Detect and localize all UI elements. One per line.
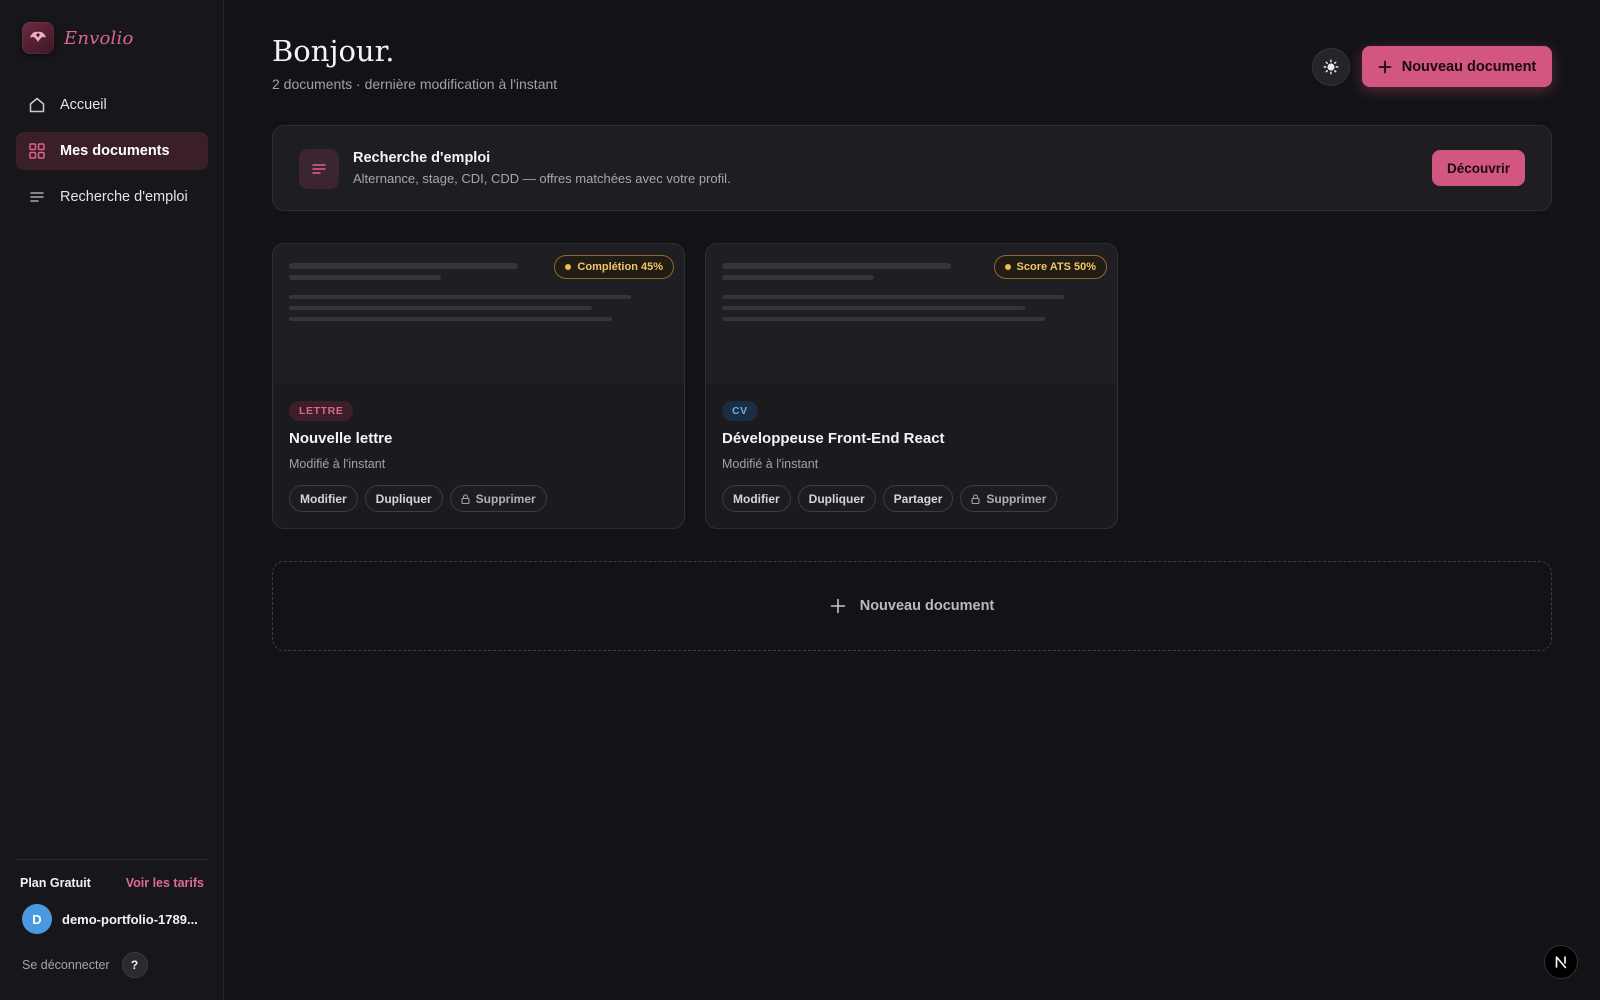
user-name: demo-portfolio-1789... <box>62 911 198 927</box>
skeleton-line <box>289 317 612 321</box>
new-document-label: Nouveau document <box>859 598 995 614</box>
document-modified: Modifié à l'instant <box>289 457 386 471</box>
page-title: Bonjour. <box>272 34 395 68</box>
skeleton-line <box>289 295 631 299</box>
plan-name: Plan Gratuit <box>20 876 91 890</box>
duplicate-button[interactable]: Dupliquer <box>364 485 443 512</box>
job-search-banner: Recherche d'emploi Alternance, stage, CD… <box>272 125 1552 211</box>
sidebar-footer: Plan Gratuit Voir les tarifs D demo-port… <box>16 859 208 1000</box>
discover-button[interactable]: Découvrir <box>1432 150 1525 186</box>
document-type-tag: LETTRE <box>289 401 354 421</box>
lock-icon <box>971 493 980 504</box>
document-modified: Modifié à l'instant <box>722 457 819 471</box>
theme-toggle-button[interactable] <box>1312 48 1350 86</box>
skeleton-line <box>289 306 592 310</box>
new-document-label: Nouveau document <box>1401 58 1537 75</box>
sidebar-nav: Accueil Mes documents Recherche d'emploi <box>16 86 208 224</box>
skeleton-line <box>289 275 441 280</box>
sidebar-item-accueil[interactable]: Accueil <box>16 86 208 124</box>
sidebar-item-label: Accueil <box>60 97 107 113</box>
logout-link[interactable]: Se déconnecter <box>22 958 110 972</box>
sidebar-item-label: Mes documents <box>60 143 170 159</box>
skeleton-line <box>722 317 1045 321</box>
plan-row: Plan Gratuit Voir les tarifs <box>16 876 208 890</box>
sun-icon <box>1323 59 1339 75</box>
sidebar: Envolio Accueil Mes documents Recherche … <box>0 0 224 1000</box>
document-title[interactable]: Nouvelle lettre <box>289 430 392 447</box>
delete-button[interactable]: Supprimer <box>960 485 1058 512</box>
skeleton-line <box>722 263 951 269</box>
logo-icon <box>22 22 54 54</box>
ats-score-badge: Score ATS 50% <box>993 255 1107 279</box>
delete-button[interactable]: Supprimer <box>449 485 547 512</box>
edit-button[interactable]: Modifier <box>722 485 791 512</box>
delete-label: Supprimer <box>986 491 1047 506</box>
brand[interactable]: Envolio <box>22 22 134 54</box>
skeleton-line <box>722 295 1064 299</box>
skeleton-line <box>289 263 518 269</box>
page-subtitle: 2 documents · dernière modification à l'… <box>272 76 558 92</box>
status-dot-icon <box>565 264 572 270</box>
share-button[interactable]: Partager <box>882 485 954 512</box>
skeleton-line <box>722 275 874 280</box>
help-button[interactable]: ? <box>121 952 148 978</box>
pricing-link[interactable]: Voir les tarifs <box>126 876 204 890</box>
badge-label: Complétion 45% <box>577 261 663 273</box>
banner-title: Recherche d'emploi <box>353 150 491 166</box>
brand-name: Envolio <box>64 27 134 49</box>
lines-icon <box>30 192 44 202</box>
skeleton-line <box>722 306 1025 310</box>
completion-badge: Complétion 45% <box>554 255 674 279</box>
lines-icon <box>299 149 339 189</box>
badge-label: Score ATS 50% <box>1016 261 1096 273</box>
sidebar-item-label: Recherche d'emploi <box>60 189 188 205</box>
user-row[interactable]: D demo-portfolio-1789... <box>16 904 208 934</box>
banner-description: Alternance, stage, CDI, CDD — offres mat… <box>353 171 731 186</box>
document-actions: Modifier Dupliquer Supprimer <box>289 485 547 512</box>
document-preview[interactable]: Score ATS 50% <box>706 244 1117 384</box>
document-title[interactable]: Développeuse Front-End React <box>722 430 945 447</box>
delete-label: Supprimer <box>475 491 536 506</box>
sidebar-item-recherche-emploi[interactable]: Recherche d'emploi <box>16 178 208 216</box>
duplicate-button[interactable]: Dupliquer <box>797 485 876 512</box>
status-dot-icon <box>1004 264 1011 270</box>
document-card: Complétion 45% LETTRE Nouvelle lettre Mo… <box>272 243 685 529</box>
divider <box>16 859 208 860</box>
next-dev-icon[interactable] <box>1544 945 1578 979</box>
new-document-button[interactable]: Nouveau document <box>1362 46 1552 87</box>
document-type-tag: CV <box>722 401 758 421</box>
grid-icon <box>29 143 45 159</box>
avatar: D <box>22 904 52 934</box>
plus-icon <box>1378 60 1392 73</box>
new-document-dropzone[interactable]: Nouveau document <box>272 561 1552 651</box>
document-preview[interactable]: Complétion 45% <box>273 244 684 384</box>
document-actions: Modifier Dupliquer Partager Supprimer <box>722 485 1058 512</box>
sidebar-item-mes-documents[interactable]: Mes documents <box>16 132 208 170</box>
home-icon <box>29 97 45 113</box>
edit-button[interactable]: Modifier <box>289 485 358 512</box>
logout-row: Se déconnecter ? <box>16 952 208 978</box>
lock-icon <box>461 493 470 504</box>
document-card: Score ATS 50% CV Développeuse Front-End … <box>705 243 1118 529</box>
plus-icon <box>830 598 846 614</box>
